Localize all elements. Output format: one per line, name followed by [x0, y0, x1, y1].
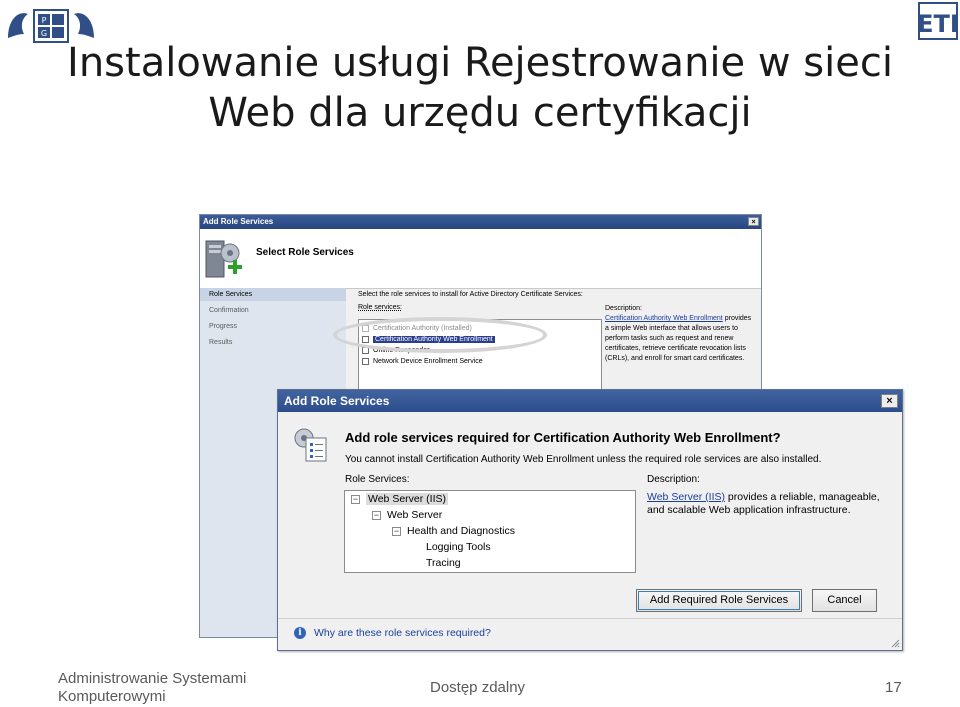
nav-item-results[interactable]: Results	[200, 336, 346, 349]
resize-grip-icon[interactable]	[890, 638, 900, 648]
add-required-role-services-button[interactable]: Add Required Role Services	[636, 589, 802, 612]
back-dialog-titlebar: Add Role Services ×	[200, 215, 761, 229]
page-number: 17	[885, 679, 902, 696]
logo-letter-g: G	[41, 29, 47, 38]
role-services-instruction: Select the role services to install for …	[358, 291, 583, 298]
tree-node-web-server-iis[interactable]: − Web Server (IIS)	[351, 491, 448, 507]
description-label: Description:	[605, 305, 642, 312]
cancel-button[interactable]: Cancel	[812, 589, 877, 612]
dialog-info-text: You cannot install Certification Authori…	[345, 454, 822, 465]
help-link[interactable]: Why are these role services required?	[314, 627, 491, 639]
nav-item-role-services[interactable]: Role Services	[200, 288, 346, 301]
list-item[interactable]: Network Device Enrollment Service	[362, 356, 483, 367]
back-dialog-description: Description: Certification Authority Web…	[605, 304, 755, 364]
footer-divider	[278, 618, 902, 619]
role-services-label: Role Services:	[345, 474, 410, 485]
description-label: Description:	[647, 474, 700, 485]
dialog-title: Add Role Services	[284, 394, 390, 408]
description-text: provides a simple Web interface that all…	[605, 315, 752, 362]
logo-letter-p: P	[42, 16, 47, 25]
dialog-heading: Add role services required for Certifica…	[345, 430, 781, 445]
dialog-close-button[interactable]: ×	[881, 394, 898, 408]
eti-logo: ETI	[918, 2, 958, 40]
checkbox[interactable]	[362, 357, 369, 365]
tree-node-logging-tools[interactable]: Logging Tools	[426, 539, 491, 555]
server-role-icon	[205, 240, 242, 278]
back-dialog-close-button[interactable]: ×	[748, 217, 759, 226]
eti-logo-text: ETI	[918, 10, 958, 38]
footer-course-line2: Komputerowymi	[58, 688, 166, 705]
tree-node-health-and-diagnostics[interactable]: − Health and Diagnostics	[392, 523, 515, 539]
role-services-list-label: Role services:	[358, 304, 402, 311]
slide-title: Instalowanie usługi Rejestrowanie w siec…	[0, 38, 960, 138]
help-link-row: i Why are these role services required?	[294, 626, 491, 640]
footer-course-line1: Administrowanie Systemami	[58, 670, 247, 687]
nav-item-progress[interactable]: Progress	[200, 320, 346, 333]
slide-title-line1: Instalowanie usługi Rejestrowanie w siec…	[67, 40, 893, 86]
dialog-description: Web Server (IIS) provides a reliable, ma…	[647, 491, 887, 517]
collapse-icon[interactable]: −	[392, 526, 401, 536]
footer-course-name: Administrowanie Systemami Komputerowymi	[58, 670, 246, 706]
info-icon: i	[294, 627, 306, 640]
slide-title-line2: Web dla urzędu certyfikacji	[208, 90, 752, 136]
dialog-titlebar: Add Role Services ×	[278, 390, 902, 412]
add-role-services-dialog: Add Role Services × Add role services re…	[277, 389, 903, 651]
description-link[interactable]: Web Server (IIS)	[647, 491, 725, 503]
back-dialog-header: Select Role Services	[200, 229, 761, 289]
footer-topic: Dostęp zdalny	[430, 679, 526, 696]
required-role-services-tree: − Web Server (IIS) − Web Server − Health an…	[344, 490, 636, 573]
highlight-ellipse	[333, 317, 547, 353]
tree-node-web-server[interactable]: − Web Server	[372, 507, 442, 523]
nav-item-confirmation[interactable]: Confirmation	[200, 304, 346, 317]
certificate-services-icon	[294, 428, 327, 462]
tree-node-tracing[interactable]: Tracing	[426, 555, 461, 571]
description-link[interactable]: Certification Authority Web Enrollment	[605, 315, 723, 322]
back-dialog-header-title: Select Role Services	[256, 247, 354, 258]
collapse-icon[interactable]: −	[372, 510, 381, 520]
collapse-icon[interactable]: −	[351, 494, 360, 504]
back-dialog-title: Add Role Services	[203, 217, 274, 226]
